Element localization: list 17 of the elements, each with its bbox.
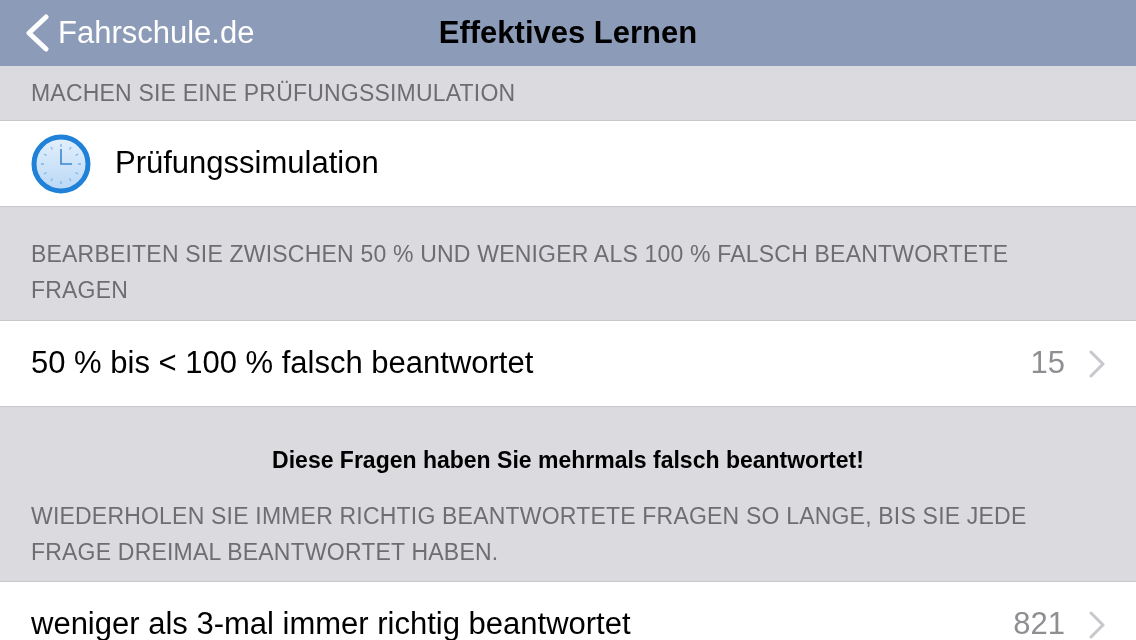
row-label: 50 % bis < 100 % falsch beantwortet [31, 344, 534, 383]
count-text: 821 [1013, 605, 1065, 640]
chevron-right-icon [1089, 349, 1105, 378]
list-row[interactable]: weniger als 3-mal immer richtig beantwortet 821 [0, 581, 1136, 640]
row-label: weniger als 3-mal immer richtig beantwortet [31, 605, 631, 640]
screen-title: Effektives Lernen [438, 14, 698, 52]
list-row[interactable]: Prüfungssimulation [0, 120, 1136, 207]
section-header: WIEDERHOLEN SIE IMMER RICHTIG BEANTWORTETE FRAGEN SO LANGE, BIS SIE JEDE FRAGE DREIMAL BEANTWORTET HABEN. [30, 502, 1028, 567]
notice-text: Diese Fragen haben Sie mehrmals falsch beantwortet! [271, 446, 865, 475]
chevron-left-icon [24, 14, 50, 52]
clock-icon [31, 133, 91, 194]
chevron-right-icon [1089, 610, 1105, 639]
count-text: 15 [1030, 344, 1065, 383]
list-row[interactable]: 50 % bis < 100 % falsch beantwortet 15 [0, 320, 1136, 407]
section-header: MACHEN SIE EINE PRÜFUNGSSIMULATION [30, 79, 517, 108]
row-label: Prüfungssimulation [115, 144, 379, 183]
section-header: BEARBEITEN SIE ZWISCHEN 50 % UND WENIGER ALS 100 % FALSCH BEANTWORTETE FRAGEN [30, 240, 1010, 305]
